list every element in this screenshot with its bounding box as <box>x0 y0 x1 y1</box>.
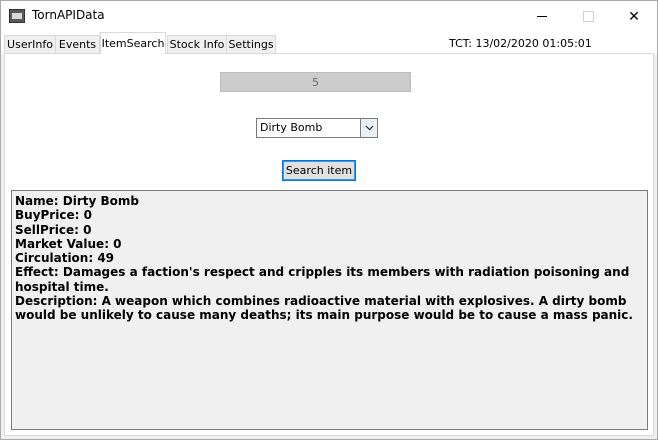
result-textbox[interactable]: Name: Dirty Bomb BuyPrice: 0 SellPrice: … <box>11 190 648 430</box>
tab-stock-info[interactable]: Stock Info <box>167 35 227 53</box>
title-bar: TornAPIData ✕ <box>1 1 657 32</box>
result-sell-price: SellPrice: 0 <box>15 222 92 237</box>
result-buy-price: BuyPrice: 0 <box>15 208 92 223</box>
item-dropdown[interactable]: Dirty Bomb <box>256 118 378 138</box>
result-effect: Effect: Damages a faction's respect and … <box>15 265 630 294</box>
maximize-icon <box>582 11 594 22</box>
minimize-button[interactable] <box>519 1 565 32</box>
maximize-button[interactable] <box>565 1 611 32</box>
app-window: TornAPIData ✕ UserInfo Events ItemSearch… <box>0 0 658 440</box>
result-circulation: Circulation: 49 <box>15 251 115 266</box>
search-item-button[interactable]: Search item <box>282 160 356 181</box>
window-title: TornAPIData <box>32 8 105 22</box>
chevron-down-icon <box>365 125 373 131</box>
dropdown-button[interactable] <box>360 119 377 137</box>
result-name: Name: Dirty Bomb <box>15 194 139 208</box>
result-description: Description: A weapon which combines rad… <box>15 294 633 323</box>
item-dropdown-value: Dirty Bomb <box>260 121 323 134</box>
minimize-icon <box>537 16 547 17</box>
tab-userinfo[interactable]: UserInfo <box>4 35 56 53</box>
level-field: 5 <box>220 72 411 92</box>
tab-itemsearch[interactable]: ItemSearch <box>100 32 166 54</box>
tab-settings[interactable]: Settings <box>226 35 276 53</box>
app-icon <box>9 9 25 23</box>
close-icon: ✕ <box>628 8 640 25</box>
close-button[interactable]: ✕ <box>611 1 657 32</box>
result-market-value: Market Value: 0 <box>15 236 122 251</box>
tct-clock: TCT: 13/02/2020 01:05:01 <box>449 37 592 50</box>
tab-events[interactable]: Events <box>55 35 100 53</box>
